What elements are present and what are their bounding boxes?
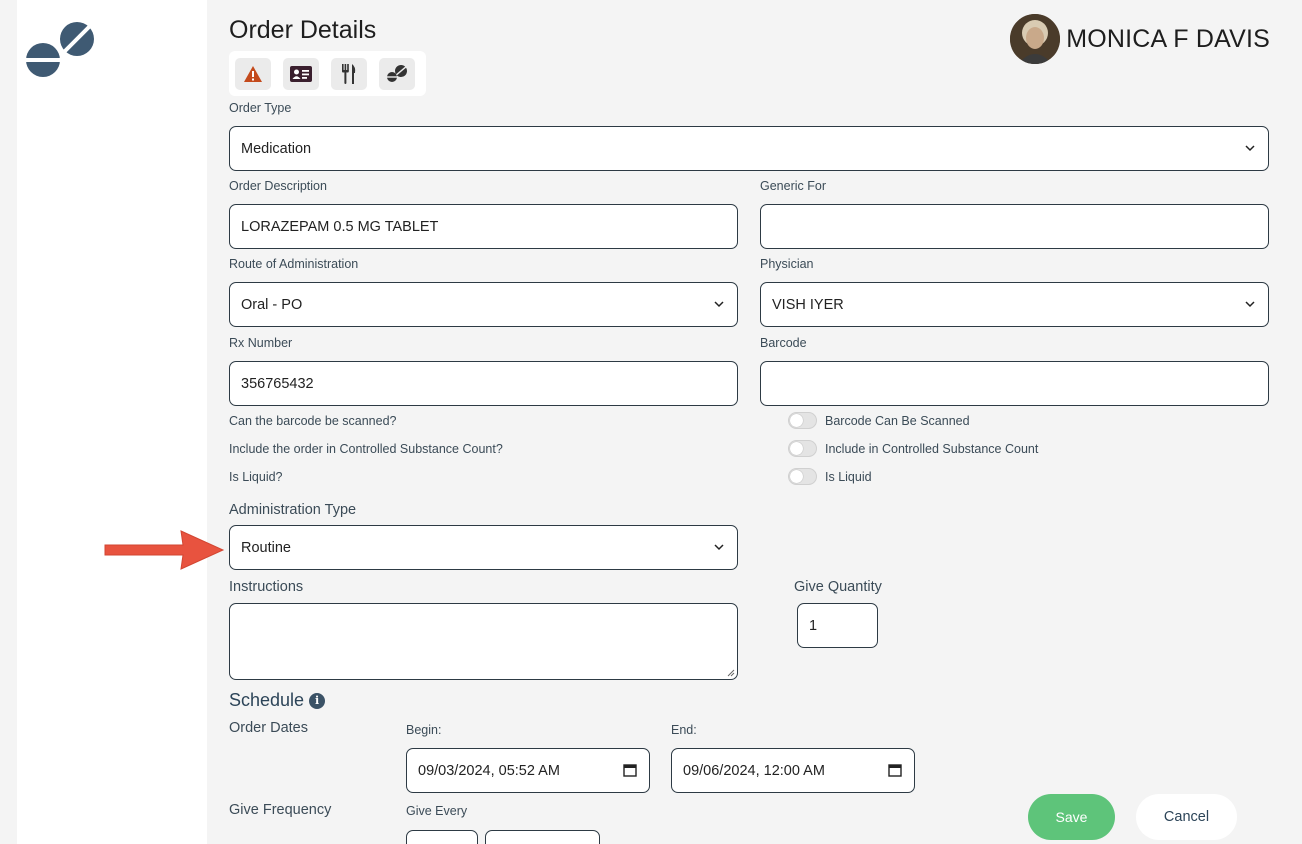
end-datetime-input[interactable]: 09/06/2024, 12:00 AM (671, 748, 915, 793)
utensils-icon (342, 64, 356, 84)
instructions-label: Instructions (229, 579, 304, 595)
info-icon[interactable]: i (309, 692, 326, 709)
give-quantity-input[interactable]: 1 (797, 603, 878, 648)
resize-handle-icon[interactable] (727, 669, 735, 677)
id-card-tab-button[interactable] (283, 58, 319, 90)
administration-type-value: Routine (241, 539, 291, 556)
calendar-icon[interactable] (888, 763, 902, 777)
pills-icon (386, 65, 407, 82)
give-frequency-label: Give Frequency (229, 802, 332, 818)
instructions-textarea[interactable] (229, 603, 738, 680)
route-select[interactable]: Oral - PO (229, 282, 738, 327)
give-every-label: Give Every (406, 804, 468, 818)
order-type-select[interactable]: Medication (229, 126, 1269, 171)
calendar-icon[interactable] (623, 763, 637, 777)
generic-for-input[interactable] (760, 204, 1269, 249)
patient-header: MONICA F DAVIS (1010, 14, 1270, 64)
patient-avatar (1010, 14, 1061, 64)
barcode-label: Barcode (760, 336, 807, 350)
page-title: Order Details (229, 16, 377, 44)
barcode-scanned-toggle-label: Barcode Can Be Scanned (825, 414, 970, 428)
warning-icon (244, 66, 262, 82)
chevron-down-icon (1245, 301, 1255, 308)
physician-select[interactable]: VISH IYER (760, 282, 1269, 327)
diet-tab-button[interactable] (331, 58, 367, 90)
barcode-scanned-question: Can the barcode be scanned? (229, 414, 397, 428)
administration-type-select[interactable]: Routine (229, 525, 738, 570)
generic-for-label: Generic For (760, 179, 826, 193)
chevron-down-icon (714, 544, 724, 551)
order-description-label: Order Description (229, 179, 327, 193)
chevron-down-icon (714, 301, 724, 308)
rx-number-input[interactable]: 356765432 (229, 361, 738, 406)
route-value: Oral - PO (241, 296, 303, 313)
begin-datetime-value: 09/03/2024, 05:52 AM (418, 762, 560, 779)
is-liquid-toggle-label: Is Liquid (825, 470, 872, 484)
give-quantity-value: 1 (809, 617, 818, 634)
rx-number-label: Rx Number (229, 336, 293, 350)
annotation-arrow-icon (104, 530, 225, 570)
physician-value: VISH IYER (772, 296, 844, 313)
give-every-unit-select[interactable] (485, 830, 600, 844)
order-dates-label: Order Dates (229, 720, 308, 736)
warning-tab-button[interactable] (235, 58, 271, 90)
route-label: Route of Administration (229, 257, 359, 271)
order-type-value: Medication (241, 140, 312, 157)
id-card-icon (290, 66, 312, 82)
order-description-value: LORAZEPAM 0.5 MG TABLET (241, 218, 439, 235)
schedule-title: Schedule (229, 690, 305, 710)
order-type-label: Order Type (229, 101, 292, 115)
cancel-button[interactable]: Cancel (1136, 794, 1237, 840)
save-button[interactable]: Save (1028, 794, 1115, 840)
is-liquid-question: Is Liquid? (229, 470, 283, 484)
give-quantity-label: Give Quantity (794, 579, 882, 595)
end-datetime-value: 09/06/2024, 12:00 AM (683, 762, 825, 779)
barcode-scanned-toggle[interactable] (788, 412, 817, 429)
controlled-substance-question: Include the order in Controlled Substanc… (229, 442, 503, 456)
patient-name: MONICA F DAVIS (1066, 24, 1270, 53)
order-details-panel: Order Details MONICA F DAVIS Order Type … (207, 0, 1302, 844)
barcode-input[interactable] (760, 361, 1269, 406)
controlled-substance-toggle-label: Include in Controlled Substance Count (825, 442, 1039, 456)
rx-number-value: 356765432 (241, 375, 314, 392)
is-liquid-toggle[interactable] (788, 468, 817, 485)
begin-label: Begin: (406, 723, 442, 737)
begin-datetime-input[interactable]: 09/03/2024, 05:52 AM (406, 748, 650, 793)
schedule-heading: Schedule i (229, 690, 326, 711)
order-description-input[interactable]: LORAZEPAM 0.5 MG TABLET (229, 204, 738, 249)
administration-type-label: Administration Type (229, 502, 357, 518)
end-label: End: (671, 723, 697, 737)
give-every-number-input[interactable] (406, 830, 478, 844)
order-icon-toolbar (229, 51, 426, 96)
app-logo-pills-icon[interactable] (25, 22, 97, 80)
controlled-substance-toggle[interactable] (788, 440, 817, 457)
chevron-down-icon (1245, 145, 1255, 152)
physician-label: Physician (760, 257, 814, 271)
sidebar (17, 0, 207, 844)
medication-tab-button[interactable] (379, 58, 415, 90)
